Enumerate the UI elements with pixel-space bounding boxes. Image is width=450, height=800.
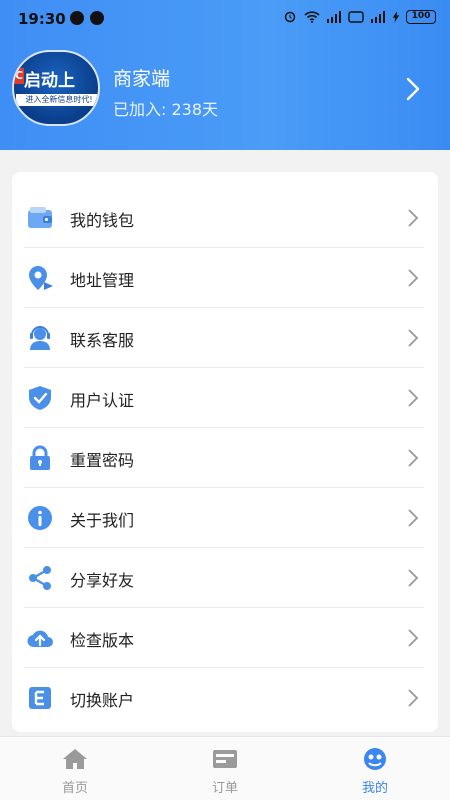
menu-label: 我的钱包 — [70, 211, 135, 230]
menu-item-verification[interactable]: 用户认证 — [24, 368, 424, 428]
bottom-tab-bar: 首页 订单 我的 — [0, 736, 450, 800]
status-bar: 19:30 100 — [0, 0, 450, 38]
menu-item-switch-account[interactable]: 切换账户 — [24, 668, 424, 728]
chevron-right-icon — [408, 449, 419, 467]
menu-label: 地址管理 — [70, 271, 135, 290]
charging-icon — [392, 11, 400, 23]
signal-icon — [327, 11, 341, 23]
info-icon — [28, 506, 52, 530]
chevron-right-icon — [408, 569, 419, 587]
tab-profile[interactable]: 我的 — [325, 743, 425, 799]
menu-card: 我的钱包 地址管理 联系客服 用户认证 重置密码 关于我们 分享好友 检查版本 … — [12, 172, 438, 732]
chevron-right-icon — [408, 209, 419, 227]
chevron-right-icon — [408, 629, 419, 647]
menu-label: 检查版本 — [70, 631, 135, 650]
notification-icon — [70, 11, 84, 25]
avatar-logo-text: 启动上 — [24, 71, 75, 91]
wallet-icon — [28, 207, 52, 228]
tab-label: 首页 — [61, 781, 88, 796]
avatar-logo-subtext: 进入全新信息时代! — [16, 94, 98, 106]
menu-item-wallet[interactable]: 我的钱包 — [24, 188, 424, 248]
logo-badge: C — [14, 68, 24, 84]
menu-item-customer-service[interactable]: 联系客服 — [24, 308, 424, 368]
menu-item-reset-password[interactable]: 重置密码 — [24, 428, 424, 488]
menu-label: 用户认证 — [70, 391, 135, 410]
menu-label: 切换账户 — [70, 691, 135, 710]
customer-service-icon — [30, 326, 50, 350]
status-time: 19:30 — [18, 10, 66, 28]
menu-item-about[interactable]: 关于我们 — [24, 488, 424, 548]
menu-item-check-version[interactable]: 检查版本 — [24, 608, 424, 668]
tab-home[interactable]: 首页 — [25, 743, 125, 799]
tab-label: 订单 — [211, 781, 238, 796]
chevron-right-icon — [408, 269, 419, 287]
battery-icon: 100 — [406, 10, 436, 24]
menu-label: 关于我们 — [70, 511, 135, 530]
tab-orders[interactable]: 订单 — [175, 743, 275, 799]
cloud-upload-icon — [27, 630, 53, 648]
menu-label: 重置密码 — [70, 451, 135, 470]
user-name: 商家端 — [113, 68, 171, 90]
switch-account-icon — [29, 687, 51, 709]
menu-label: 联系客服 — [70, 331, 135, 350]
lock-icon — [30, 445, 50, 470]
user-joined-days: 已加入: 238天 — [113, 100, 219, 119]
chevron-right-icon — [408, 389, 419, 407]
home-icon — [63, 749, 87, 769]
alarm-icon — [284, 11, 296, 23]
menu-label: 分享好友 — [70, 571, 135, 590]
chevron-right-icon[interactable] — [400, 76, 426, 102]
hd-icon — [348, 11, 364, 23]
profile-header[interactable]: 19:30 100 C 启动上 进入全新信息时代! 商家端 已加入: 238天 — [0, 0, 450, 150]
notification-icon — [90, 11, 104, 25]
wifi-icon — [304, 11, 320, 23]
tab-label: 我的 — [361, 781, 388, 796]
chevron-right-icon — [408, 509, 419, 527]
chevron-right-icon — [408, 689, 419, 707]
signal-icon — [371, 11, 385, 23]
order-icon — [213, 750, 237, 768]
shield-check-icon — [29, 386, 51, 410]
chevron-right-icon — [408, 329, 419, 347]
location-pin-icon — [29, 266, 53, 290]
menu-item-address[interactable]: 地址管理 — [24, 248, 424, 308]
status-indicators: 100 — [282, 10, 436, 24]
notification-icons — [70, 11, 104, 25]
profile-icon — [364, 748, 386, 770]
share-icon — [29, 566, 51, 590]
menu-item-share[interactable]: 分享好友 — [24, 548, 424, 608]
avatar[interactable]: C 启动上 进入全新信息时代! — [12, 50, 100, 126]
